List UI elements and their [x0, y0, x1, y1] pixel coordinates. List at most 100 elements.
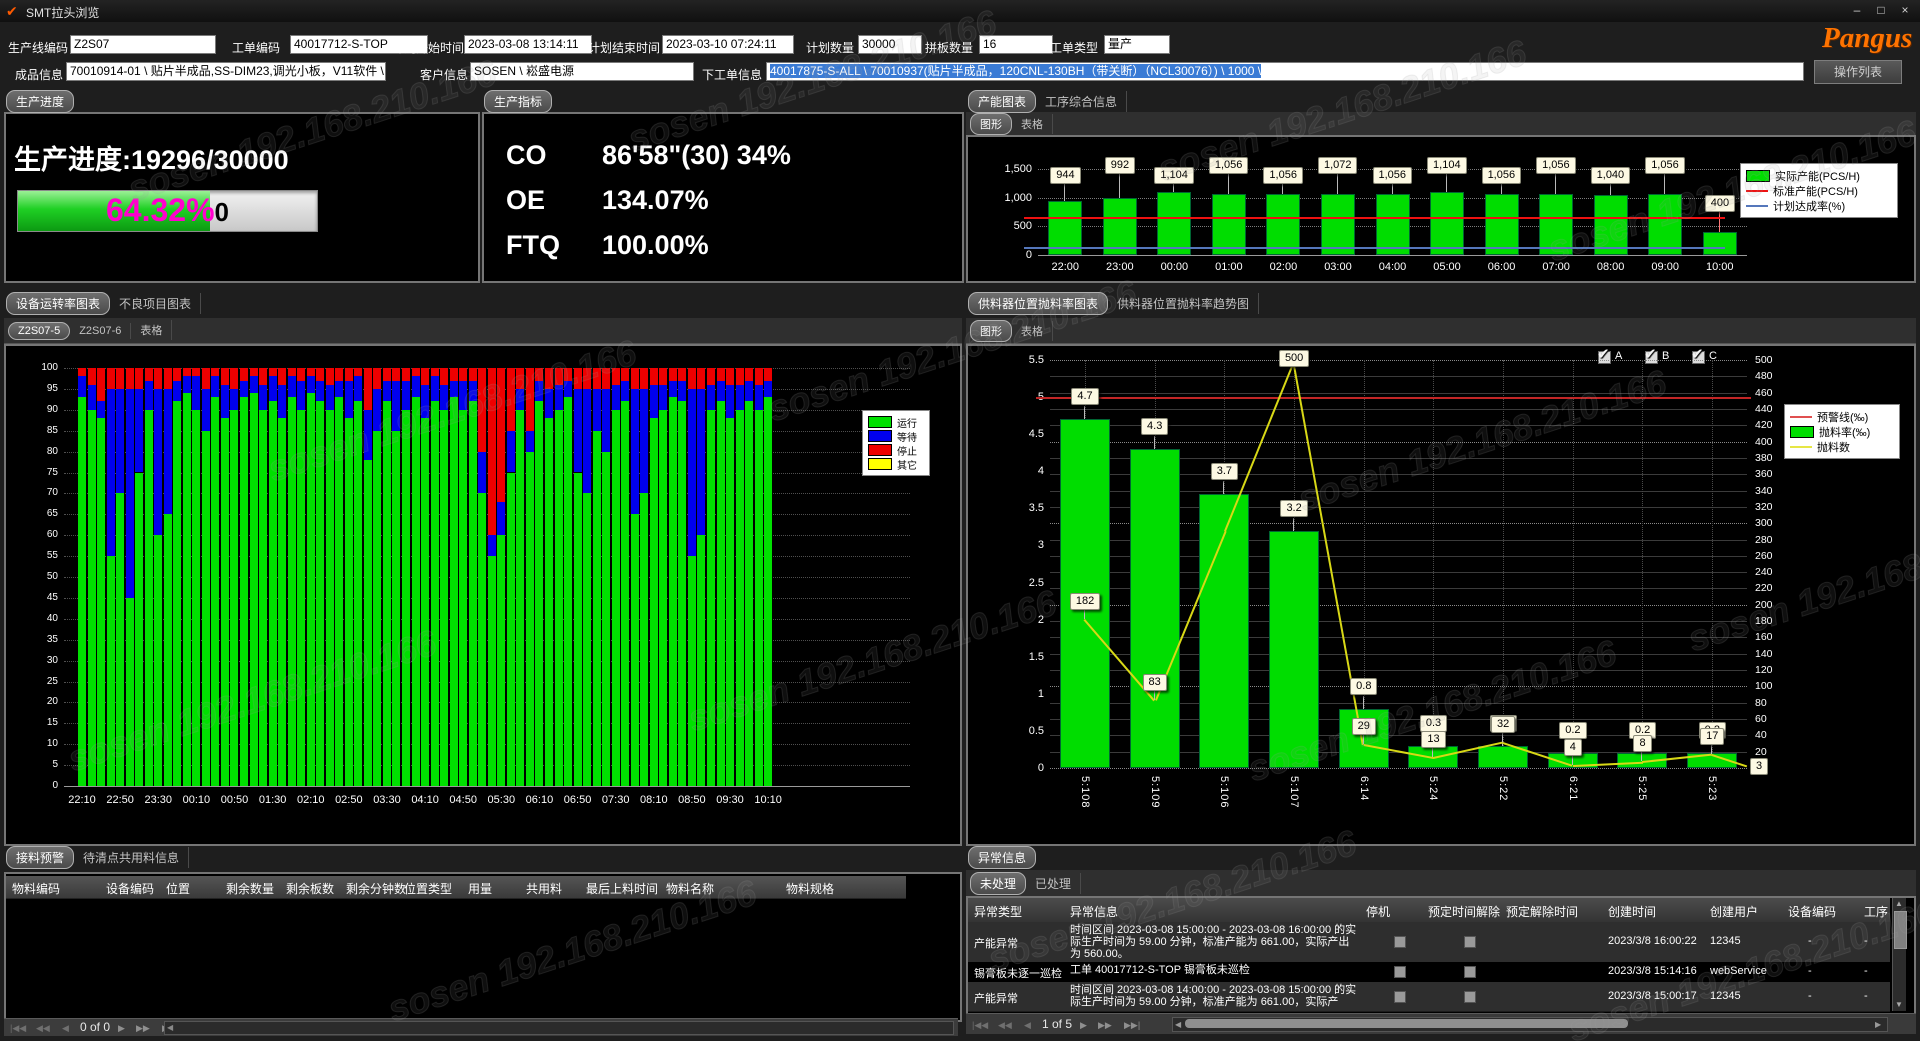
release-checkbox[interactable]	[1464, 936, 1476, 948]
material-col-5[interactable]: 剩余分钟数	[346, 880, 406, 897]
runrate-device-tab-0[interactable]: Z2S07-5	[8, 322, 70, 340]
material-pager-first-button[interactable]: |◀◀	[10, 1023, 26, 1034]
exception-col-4[interactable]: 预定解除时间	[1506, 903, 1578, 920]
material-pager-prev-button[interactable]: ◀	[62, 1023, 69, 1034]
material-pager-fastnext-button[interactable]: ▶▶	[136, 1023, 150, 1034]
feeder-view-tab-0[interactable]: 图形	[970, 320, 1012, 342]
material-col-4[interactable]: 剩余板数	[286, 880, 334, 897]
exception-pager-fastnext-button[interactable]: ▶▶	[1098, 1020, 1112, 1031]
exception-row-2[interactable]: 产能异常时间区间 2023-03-08 14:00:00 - 2023-03-0…	[968, 982, 1890, 1012]
exception-hscroll-left-arrow[interactable]: ◀	[1175, 1020, 1181, 1029]
runrate-ytick: 70	[26, 487, 58, 498]
capacity-view-tab-1[interactable]: 表格	[1012, 114, 1053, 134]
action-list-button[interactable]: 操作列表	[1814, 60, 1902, 84]
exception-col-2[interactable]: 停机	[1366, 903, 1390, 920]
field-input-3[interactable]: 2023-03-10 07:24:11	[662, 35, 794, 54]
feeder-bar	[1130, 449, 1180, 768]
progress-trailing-zero: 0	[215, 197, 229, 227]
stop-checkbox[interactable]	[1394, 936, 1406, 948]
exception-col-8[interactable]: 工序	[1864, 903, 1888, 920]
feeder-view-tab-1[interactable]: 表格	[1012, 321, 1053, 341]
feeder-legend-entry-0: 预警线(‰)	[1790, 409, 1894, 424]
feeder-ltick: 5.5	[1008, 354, 1044, 366]
exception-hscroll-right-arrow[interactable]: ▶	[1875, 1020, 1881, 1029]
exception-row-1[interactable]: 锡膏板未逐一巡检工单 40017712-S-TOP 锡膏板未巡检2023/3/8…	[968, 962, 1890, 983]
material-col-3[interactable]: 剩余数量	[226, 880, 274, 897]
runrate-xlabel-18: 10:10	[750, 794, 786, 806]
field-input-r2-1[interactable]: SOSEN \ 崧盛电源	[470, 62, 694, 81]
field-input-5[interactable]: 16	[979, 35, 1053, 54]
filter-checkbox-C[interactable]: ✔	[1692, 351, 1705, 364]
exception-state-tab-0[interactable]: 未处理	[970, 872, 1026, 895]
field-input-r2-0[interactable]: 70010914-01 \ 贴片半成品,SS-DIM23,调光小板，V11软件 …	[66, 62, 386, 81]
runrate-device-tab-1[interactable]: Z2S07-6	[70, 323, 131, 339]
runrate-bar-seg	[316, 401, 324, 786]
minimize-button[interactable]: –	[1846, 3, 1868, 17]
runrate-tab-0[interactable]: 设备运转率图表	[6, 292, 110, 315]
capacity-tab-1[interactable]: 工序综合信息	[1036, 91, 1127, 112]
feeder-tab-0[interactable]: 供料器位置抛料率图表	[968, 292, 1108, 315]
exception-vscrollbar[interactable]: ▲▼	[1892, 898, 1906, 1011]
vscroll-thumb[interactable]	[1894, 911, 1907, 949]
material-pager-fastprev-button[interactable]: ◀◀	[36, 1023, 50, 1034]
capacity-tab-0[interactable]: 产能图表	[968, 90, 1036, 113]
material-hscrollbar[interactable]: ◀	[164, 1021, 954, 1035]
exception-pager-next-button[interactable]: ▶	[1080, 1020, 1087, 1031]
field-input-2[interactable]: 2023-03-08 13:14:11	[464, 35, 592, 54]
runrate-device-tab-2[interactable]: 表格	[131, 320, 172, 340]
material-col-9[interactable]: 最后上料时间	[586, 880, 658, 897]
exception-hscroll-thumb[interactable]	[1185, 1019, 1628, 1028]
exception-pager-last-button[interactable]: ▶▶|	[1124, 1020, 1140, 1031]
material-col-10[interactable]: 物料名称	[666, 880, 714, 897]
exception-col-7[interactable]: 设备编码	[1788, 903, 1836, 920]
exception-col-6[interactable]: 创建用户	[1710, 903, 1758, 920]
field-input-0[interactable]: Z2S07	[70, 35, 216, 54]
exception-col-1[interactable]: 异常信息	[1070, 903, 1118, 920]
field-input-6[interactable]: 量产	[1104, 35, 1170, 54]
vscroll-up-arrow[interactable]: ▲	[1895, 899, 1903, 908]
runrate-ytick: 85	[26, 425, 58, 436]
exception-col-0[interactable]: 异常类型	[974, 903, 1022, 920]
exception-state-tab-1[interactable]: 已处理	[1026, 873, 1081, 894]
exception-col-5[interactable]: 创建时间	[1608, 903, 1656, 920]
runrate-xlabel-7: 02:50	[331, 794, 367, 806]
metrics-tab-0[interactable]: 生产指标	[484, 90, 552, 113]
field-input-4[interactable]: 30000	[858, 35, 922, 54]
maximize-button[interactable]: □	[1870, 3, 1892, 17]
material-tab-0[interactable]: 接料预警	[6, 846, 74, 869]
exception-row-0[interactable]: 产能异常时间区间 2023-03-08 15:00:00 - 2023-03-0…	[968, 922, 1890, 963]
material-col-7[interactable]: 用量	[468, 880, 492, 897]
material-pager-next-button[interactable]: ▶	[118, 1023, 125, 1034]
material-col-8[interactable]: 共用料	[526, 880, 562, 897]
runrate-bar-seg	[345, 368, 353, 381]
material-col-1[interactable]: 设备编码	[106, 880, 154, 897]
material-tab-1[interactable]: 待清点共用料信息	[74, 847, 189, 868]
exception-hscrollbar[interactable]: ◀▶	[1172, 1017, 1888, 1032]
runrate-bar-seg	[269, 368, 277, 376]
feeder-tab-1[interactable]: 供料器位置抛料率趋势图	[1108, 293, 1259, 314]
material-col-6[interactable]: 位置类型	[404, 880, 452, 897]
capacity-label-stem	[1446, 173, 1447, 192]
field-input-r2-2[interactable]: 40017875-S-ALL \ 70010937(贴片半成品，120CNL-1…	[766, 62, 1804, 81]
material-col-0[interactable]: 物料编码	[12, 880, 60, 897]
close-button[interactable]: ×	[1894, 3, 1916, 17]
stop-checkbox[interactable]	[1394, 966, 1406, 978]
stop-checkbox[interactable]	[1394, 991, 1406, 1003]
material-hscroll-left-arrow[interactable]: ◀	[167, 1023, 173, 1032]
material-col-2[interactable]: 位置	[166, 880, 190, 897]
exception-tab-0[interactable]: 异常信息	[968, 846, 1036, 869]
exception-pager-first-button[interactable]: |◀◀	[972, 1020, 988, 1031]
vscroll-down-arrow[interactable]: ▼	[1895, 1000, 1903, 1009]
runrate-tab-1[interactable]: 不良项目图表	[110, 293, 201, 314]
filter-checkbox-B[interactable]: ✔	[1645, 351, 1658, 364]
release-checkbox[interactable]	[1464, 966, 1476, 978]
exception-pager-prev-button[interactable]: ◀	[1024, 1020, 1031, 1031]
filter-checkbox-A[interactable]: ✔	[1598, 351, 1611, 364]
exception-pager-fastprev-button[interactable]: ◀◀	[998, 1020, 1012, 1031]
release-checkbox[interactable]	[1464, 991, 1476, 1003]
material-col-11[interactable]: 物料规格	[786, 880, 834, 897]
capacity-view-tab-0[interactable]: 图形	[970, 113, 1012, 135]
progress-tab-0[interactable]: 生产进度	[6, 90, 74, 113]
exception-col-3[interactable]: 预定时间解除	[1428, 903, 1500, 920]
runrate-bar-seg	[659, 368, 667, 385]
